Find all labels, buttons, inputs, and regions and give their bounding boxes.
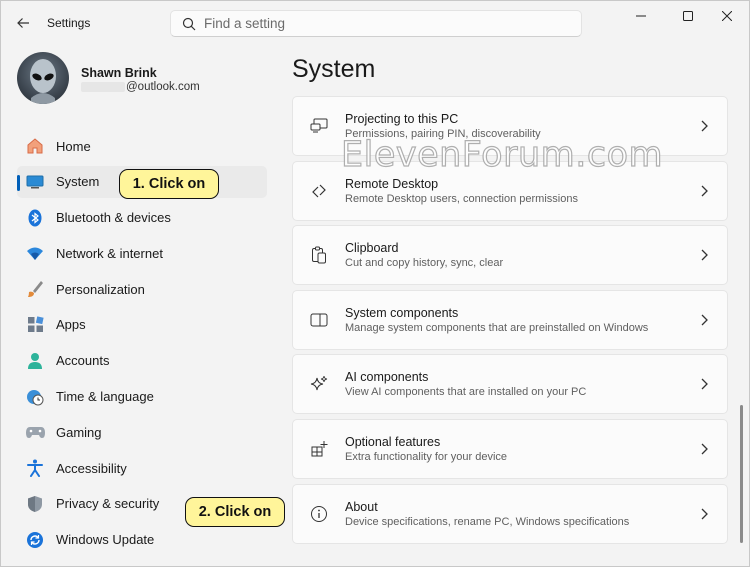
user-name: Shawn Brink — [81, 66, 157, 80]
close-icon — [722, 11, 732, 21]
card-ai-components[interactable]: AI components View AI components that ar… — [292, 354, 728, 415]
wifi-icon — [24, 242, 46, 264]
user-email: @outlook.com — [81, 81, 200, 93]
callout-step-1: 1. Click on — [119, 169, 219, 199]
email-redaction — [81, 81, 125, 92]
chevron-right-icon — [701, 185, 708, 197]
home-icon — [24, 135, 46, 157]
sidebar-item-label: Gaming — [56, 424, 102, 440]
card-description: Manage system components that are preins… — [345, 321, 649, 334]
back-arrow-icon — [17, 18, 29, 28]
sidebar-item-bluetooth[interactable]: Bluetooth & devices — [17, 202, 267, 234]
bluetooth-icon — [24, 207, 46, 229]
callout-text: 2. Click on — [198, 504, 272, 520]
chevron-right-icon — [701, 443, 708, 455]
avatar[interactable] — [17, 52, 69, 104]
search-input[interactable]: Find a setting — [204, 16, 285, 31]
card-title: Optional features — [345, 434, 441, 449]
title-bar: Settings Find a setting — [1, 1, 749, 45]
callout-text: 1. Click on — [132, 176, 206, 192]
projecting-icon — [308, 115, 330, 137]
chevron-right-icon — [701, 314, 708, 326]
sidebar-item-time-language[interactable]: Time & language — [17, 381, 267, 413]
sidebar-item-gaming[interactable]: Gaming — [17, 416, 267, 448]
sidebar-item-label: Accounts — [56, 353, 110, 369]
brush-icon — [24, 278, 46, 300]
clipboard-icon — [308, 244, 330, 266]
sidebar-item-apps[interactable]: Apps — [17, 309, 267, 341]
optional-features-icon — [308, 438, 330, 460]
card-description: Remote Desktop users, connection permiss… — [345, 192, 578, 205]
app-title: Settings — [47, 16, 91, 30]
gamepad-icon — [24, 421, 46, 443]
shield-icon — [24, 493, 46, 515]
card-title: Remote Desktop — [345, 176, 439, 191]
settings-list: Projecting to this PC Permissions, pairi… — [292, 96, 728, 548]
card-remote-desktop[interactable]: Remote Desktop Remote Desktop users, con… — [292, 160, 728, 221]
card-clipboard[interactable]: Clipboard Cut and copy history, sync, cl… — [292, 225, 728, 286]
accessibility-icon — [24, 457, 46, 479]
card-description: Permissions, pairing PIN, discoverabilit… — [345, 128, 541, 140]
card-description: View AI components that are installed on… — [345, 386, 587, 399]
sidebar-item-network[interactable]: Network & internet — [17, 237, 267, 269]
sidebar-item-label: Accessibility — [56, 460, 127, 476]
alien-avatar-icon — [30, 59, 56, 104]
chevron-right-icon — [701, 120, 708, 132]
accounts-icon — [24, 350, 46, 372]
sidebar-item-label: Personalization — [56, 281, 145, 297]
card-about[interactable]: About Device specifications, rename PC, … — [292, 483, 728, 544]
vertical-scrollbar[interactable] — [740, 405, 743, 543]
remote-desktop-icon — [308, 180, 330, 202]
sidebar-item-personalization[interactable]: Personalization — [17, 273, 267, 305]
sidebar-item-label: Bluetooth & devices — [56, 210, 171, 226]
sidebar-item-label: Windows Update — [56, 532, 155, 548]
apps-icon — [24, 314, 46, 336]
sidebar-item-label: Home — [56, 138, 91, 154]
card-description: Cut and copy history, sync, clear — [345, 257, 504, 270]
user-email-suffix: @outlook.com — [126, 81, 200, 93]
card-description: Extra functionality for your device — [345, 450, 508, 463]
card-title: Projecting to this PC — [345, 112, 459, 126]
card-optional-features[interactable]: Optional features Extra functionality fo… — [292, 418, 728, 479]
card-title: About — [345, 499, 378, 514]
sidebar-item-label: System — [56, 174, 100, 190]
callout-step-2: 2. Click on — [185, 497, 285, 527]
sidebar-item-accounts[interactable]: Accounts — [17, 345, 267, 377]
sidebar-item-label: Privacy & security — [56, 496, 160, 512]
system-icon — [24, 171, 46, 193]
minimize-button[interactable] — [618, 1, 664, 31]
page-title: System — [292, 55, 376, 83]
sidebar-item-label: Time & language — [56, 389, 154, 405]
card-title: Clipboard — [345, 241, 399, 256]
sidebar-item-windows-update[interactable]: Windows Update — [17, 524, 267, 556]
minimize-icon — [636, 15, 646, 17]
card-projecting[interactable]: Projecting to this PC Permissions, pairi… — [292, 96, 728, 156]
info-icon — [308, 503, 330, 525]
chevron-right-icon — [701, 249, 708, 261]
update-icon — [24, 529, 46, 551]
sparkle-icon — [308, 373, 330, 395]
sidebar-item-label: Apps — [56, 317, 86, 333]
back-button[interactable] — [9, 9, 37, 37]
chevron-right-icon — [701, 508, 708, 520]
close-button[interactable] — [704, 1, 749, 31]
card-description: Device specifications, rename PC, Window… — [345, 515, 630, 528]
search-box[interactable]: Find a setting — [170, 10, 582, 37]
maximize-icon — [683, 11, 693, 21]
components-icon — [308, 309, 330, 331]
card-title: System components — [345, 305, 459, 320]
card-title: AI components — [345, 370, 429, 385]
settings-window: Settings Find a setting Shawn Brink @out… — [0, 0, 750, 567]
clock-globe-icon — [24, 386, 46, 408]
chevron-right-icon — [701, 378, 708, 390]
search-icon — [174, 11, 204, 36]
sidebar-item-label: Network & internet — [56, 245, 163, 261]
sidebar-item-home[interactable]: Home — [17, 130, 267, 162]
card-system-components[interactable]: System components Manage system componen… — [292, 289, 728, 350]
sidebar-item-accessibility[interactable]: Accessibility — [17, 452, 267, 484]
